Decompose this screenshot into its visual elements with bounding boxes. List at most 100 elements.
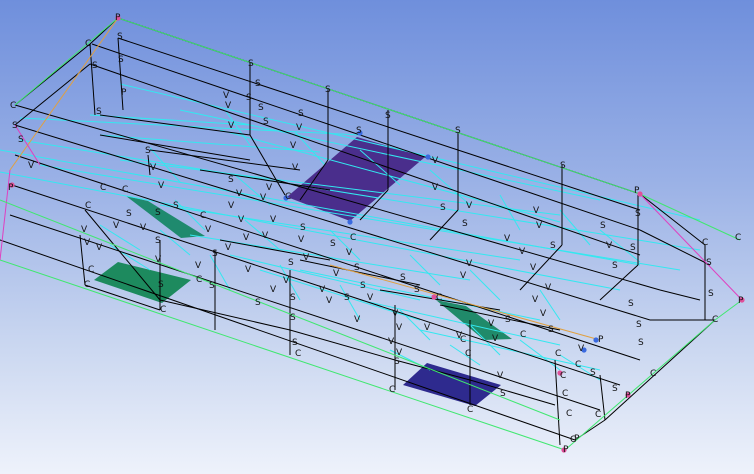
- entity-label-vertex-52: V: [195, 261, 202, 271]
- entity-label-shell-51: S: [212, 249, 218, 259]
- entity-label-vertex-110: V: [545, 283, 552, 293]
- entity-label-vertex-17: V: [228, 121, 235, 131]
- entity-label-shell-39: S: [173, 201, 179, 211]
- entity-label-shell-146: S: [126, 209, 132, 219]
- entity-label-shell-38: S: [155, 208, 161, 218]
- entity-label-column-36: C: [88, 265, 94, 275]
- entity-label-shell-123: S: [638, 338, 644, 348]
- entity-label-point-126: P: [598, 335, 604, 345]
- entity-label-vertex-23: V: [290, 141, 297, 151]
- entity-label-column-120: C: [735, 233, 741, 243]
- entity-label-shell-63: S: [292, 338, 298, 348]
- entity-label-column-58: C: [160, 305, 166, 315]
- entity-label-column-6: C: [10, 101, 16, 111]
- entity-label-point-0: P: [115, 13, 121, 23]
- entity-label-shell-111: S: [600, 221, 606, 231]
- entity-label-column-145: C: [285, 192, 291, 202]
- entity-label-vertex-47: V: [270, 215, 277, 225]
- entity-label-vertex-137: V: [536, 221, 543, 231]
- entity-label-shell-152: S: [255, 298, 261, 308]
- entity-label-shell-57: S: [158, 280, 164, 290]
- entity-label-point-107: P: [563, 445, 569, 455]
- entity-label-vertex-70: V: [319, 285, 326, 295]
- entity-label-vertex-86: V: [396, 348, 403, 358]
- entity-label-shell-74: S: [354, 263, 360, 273]
- entity-label-shell-118: S: [708, 289, 714, 299]
- entity-label-vertex-155: V: [266, 183, 273, 193]
- face-green-left-upper[interactable]: [126, 196, 205, 238]
- entity-label-vertex-136: V: [533, 206, 540, 216]
- entity-label-shell-44: S: [228, 175, 234, 185]
- entity-label-vertex-132: V: [432, 183, 439, 193]
- entity-label-column-96: C: [467, 405, 473, 415]
- entity-label-shell-114: S: [630, 243, 636, 253]
- entity-label-vertex-94: V: [497, 371, 504, 381]
- entity-label-shell-4: S: [92, 61, 98, 71]
- frame-edge-53: [159, 299, 291, 331]
- frame-edges: [0, 17, 716, 446]
- mesh-viewport[interactable]: PSCSSPCSSSVPSSSVVVSSSSVVSSSPSVVCCCVVCCSS…: [0, 0, 754, 474]
- entity-label-column-122: C: [650, 369, 656, 379]
- entity-label-column-64: C: [295, 349, 301, 359]
- entity-label-vertex-56: V: [155, 255, 162, 265]
- entity-label-column-130: C: [595, 410, 601, 420]
- entity-label-shell-68: S: [330, 239, 336, 249]
- entity-label-vertex-34: V: [81, 225, 88, 235]
- entity-label-column-100: C: [555, 349, 561, 359]
- entity-label-column-40: C: [200, 211, 206, 221]
- entity-label-shell-65: S: [300, 223, 306, 233]
- mesh-line-31: [469, 269, 501, 301]
- entity-label-vertex-67: V: [303, 253, 310, 263]
- point-marker-8[interactable]: [425, 154, 431, 160]
- entity-label-vertex-69: V: [333, 269, 340, 279]
- entity-label-column-72: C: [350, 233, 356, 243]
- entity-label-vertex-142: V: [519, 247, 526, 257]
- entity-label-shell-13: S: [325, 85, 331, 95]
- entity-label-vertex-29: V: [150, 163, 157, 173]
- entity-label-shell-124: S: [636, 320, 642, 330]
- entity-label-vertex-150: V: [245, 265, 252, 275]
- entity-label-vertex-73: V: [346, 248, 353, 258]
- entity-label-vertex-143: V: [530, 263, 537, 273]
- entity-label-vertex-91: V: [488, 319, 495, 329]
- outline-edge-1: [639, 193, 743, 301]
- frame-edge-4: [14, 104, 661, 291]
- entity-label-shell-127: S: [590, 368, 596, 378]
- entity-label-vertex-151: V: [270, 285, 277, 295]
- entity-label-point-129: P: [625, 391, 631, 401]
- point-marker-10[interactable]: [347, 219, 353, 225]
- entity-label-shell-24: S: [385, 111, 391, 121]
- entity-label-vertex-109: V: [532, 295, 539, 305]
- entity-label-point-5: P: [121, 88, 127, 98]
- outline-edge-7: [14, 17, 119, 106]
- frame-edge-18: [604, 319, 716, 421]
- entity-label-vertex-22: V: [296, 123, 303, 133]
- entity-label-shell-138: S: [550, 241, 556, 251]
- mesh-scene[interactable]: PSCSSPCSSSVPSSSVVVSSSSVVSSSPSVVCCCVVCCSS…: [0, 0, 754, 474]
- entity-label-shell-1: S: [117, 32, 123, 42]
- entity-label-shell-125: S: [628, 299, 634, 309]
- entity-label-column-88: C: [436, 293, 442, 303]
- entity-label-vertex-101: V: [578, 344, 585, 354]
- entity-label-vertex-153: V: [432, 156, 439, 166]
- entity-label-shell-80: S: [414, 285, 420, 295]
- entity-label-shell-113: S: [612, 261, 618, 271]
- entity-label-shell-14: S: [255, 79, 261, 89]
- entity-label-shell-61: S: [290, 293, 296, 303]
- entity-label-vertex-83: V: [388, 337, 395, 347]
- entity-label-shell-128: S: [612, 384, 618, 394]
- entity-label-vertex-71: V: [326, 296, 333, 306]
- entity-label-shell-95: S: [500, 389, 506, 399]
- entity-label-shell-59: S: [288, 258, 294, 268]
- mesh-line-6: [99, 134, 321, 153]
- mesh-line-14: [419, 329, 601, 371]
- entity-label-shell-135: S: [462, 219, 468, 229]
- entity-label-column-33: C: [85, 201, 91, 211]
- entity-label-vertex-81: V: [392, 309, 399, 319]
- entity-label-vertex-92: V: [492, 334, 499, 344]
- entity-label-shell-84: S: [394, 357, 400, 367]
- entity-label-column-119: C: [712, 315, 718, 325]
- frame-edge-7: [11, 184, 621, 386]
- entity-label-point-121: P: [738, 296, 744, 306]
- entity-label-shell-133: S: [440, 203, 446, 213]
